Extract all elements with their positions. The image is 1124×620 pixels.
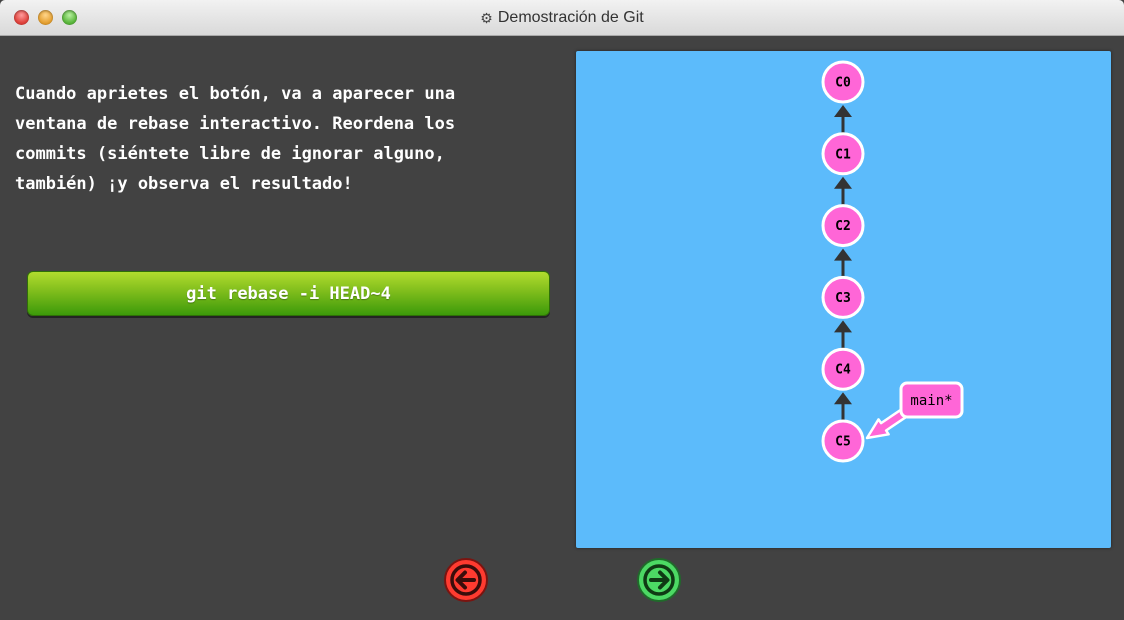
arrow-right-icon xyxy=(637,558,681,602)
instructions-line: commits (siéntete libre de ignorar algun… xyxy=(15,144,445,164)
branch-label-text: main* xyxy=(910,393,952,409)
commit-node: C3 xyxy=(821,275,865,319)
commit-edge-arrowhead xyxy=(834,392,852,405)
window-title: Demostración de Git xyxy=(497,9,644,26)
command-button-label: git rebase -i HEAD~4 xyxy=(186,283,391,304)
commit-label: C3 xyxy=(835,291,851,306)
instructions-text: Cuando aprietes el botón, va a aparecer … xyxy=(15,79,535,199)
instructions-line: ventana de rebase interactivo. Reordena … xyxy=(15,114,456,134)
commit-node: C2 xyxy=(821,204,865,248)
commit-edge-arrowhead xyxy=(834,320,852,333)
commit-edge-arrowhead xyxy=(834,248,852,261)
commit-node: C1 xyxy=(821,132,865,176)
commit-edge-arrowhead xyxy=(834,176,852,189)
commit-label: C2 xyxy=(835,219,851,234)
window-titlebar: ⚙ Demostración de Git xyxy=(0,0,1124,36)
commit-label: C5 xyxy=(835,435,851,450)
commit-label: C1 xyxy=(835,147,851,162)
next-button[interactable] xyxy=(636,557,682,603)
instructions-line: Cuando aprietes el botón, va a aparecer … xyxy=(15,84,456,104)
commit-label: C4 xyxy=(835,363,851,378)
commit-node: C0 xyxy=(821,60,865,104)
commit-node: C4 xyxy=(821,347,865,391)
instructions-line: también) ¡y observa el resultado! xyxy=(15,174,353,194)
git-graph-canvas: C0 C1 C2 C3 C4 C5 main* xyxy=(576,51,1111,548)
previous-button[interactable] xyxy=(443,557,489,603)
branch-label: main* xyxy=(899,381,964,419)
commit-node: C5 xyxy=(821,419,865,463)
commit-graph: C0 C1 C2 C3 C4 C5 main* xyxy=(821,60,964,463)
gear-icon: ⚙ xyxy=(480,9,493,26)
commit-edge-arrowhead xyxy=(834,105,852,117)
git-rebase-command-button[interactable]: git rebase -i HEAD~4 xyxy=(27,271,550,316)
commit-label: C0 xyxy=(835,76,851,91)
arrow-left-icon xyxy=(444,558,488,602)
